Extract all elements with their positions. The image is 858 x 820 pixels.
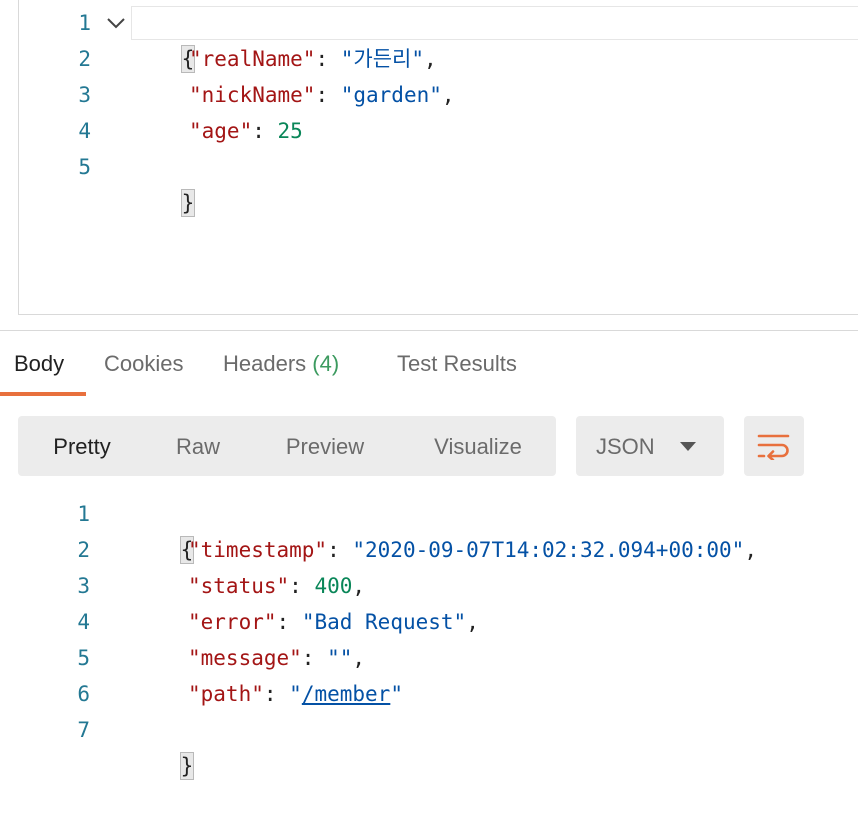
- format-select[interactable]: JSON: [576, 416, 724, 476]
- json-quote: ": [390, 682, 403, 706]
- caret-down-icon: [680, 442, 696, 451]
- json-string-value: "2020-09-07T14:02:32.094+00:00": [352, 538, 745, 562]
- raw-button[interactable]: Raw: [156, 416, 240, 476]
- json-quote: ": [289, 682, 302, 706]
- json-number-value: 25: [277, 119, 303, 143]
- json-separator: :: [301, 646, 328, 670]
- code-line: "nickName": "garden",: [189, 77, 455, 113]
- line-number: 6: [77, 682, 90, 706]
- tab-test-results[interactable]: Test Results: [397, 344, 517, 384]
- visualize-button[interactable]: Visualize: [416, 416, 540, 476]
- code-line: "error": "Bad Request",: [188, 604, 479, 640]
- json-key: "error": [188, 610, 277, 634]
- json-key: "path": [188, 682, 264, 706]
- format-select-value: JSON: [596, 434, 655, 459]
- tab-headers[interactable]: Headers (4): [223, 344, 339, 384]
- path-link[interactable]: /member: [302, 682, 391, 706]
- json-separator: :: [315, 47, 341, 71]
- code-line: "timestamp": "2020-09-07T14:02:32.094+00…: [188, 532, 757, 568]
- json-comma: ,: [744, 538, 757, 562]
- line-number: 3: [77, 574, 90, 598]
- json-key: "age": [189, 119, 253, 143]
- json-key: "realName": [189, 47, 316, 71]
- code-line: }: [131, 149, 196, 217]
- request-body-editor[interactable]: 1 2 3 4 5 { "realName": "가든리", "nickName…: [18, 0, 858, 315]
- line-number: 4: [77, 610, 90, 634]
- code-line: }: [130, 712, 195, 780]
- code-line: "age": 25: [189, 113, 303, 149]
- line-number: 1: [77, 502, 90, 526]
- line-number: 2: [78, 47, 91, 71]
- json-comma: ,: [423, 47, 437, 71]
- json-key: "status": [188, 574, 290, 598]
- json-key: "nickName": [189, 83, 316, 107]
- code-line: {: [130, 496, 195, 564]
- json-separator: :: [327, 538, 353, 562]
- active-line-highlight: [131, 6, 858, 40]
- line-number: 1: [78, 11, 91, 35]
- json-key: "timestamp": [188, 538, 328, 562]
- json-key: "message": [188, 646, 302, 670]
- close-brace: }: [180, 189, 196, 217]
- line-number: 3: [78, 83, 91, 107]
- tab-headers-label: Headers: [223, 351, 307, 376]
- json-string-value: "가든리": [340, 47, 424, 71]
- code-line: "path": "/member": [188, 676, 403, 712]
- headers-count-badge: (4): [312, 351, 340, 376]
- json-comma: ,: [441, 83, 455, 107]
- code-line: "realName": "가든리",: [189, 41, 437, 77]
- view-mode-selector: Pretty Raw Preview Visualize: [18, 416, 556, 476]
- fold-chevron-down-icon[interactable]: [105, 5, 127, 41]
- line-number: 2: [77, 538, 90, 562]
- pretty-button[interactable]: Pretty: [30, 416, 134, 476]
- response-tabs: Body Cookies Headers (4) Test Results: [0, 344, 858, 396]
- close-brace: }: [179, 752, 195, 780]
- line-number: 4: [78, 119, 91, 143]
- json-separator: :: [289, 574, 315, 598]
- tab-body[interactable]: Body: [14, 344, 64, 384]
- json-separator: :: [276, 610, 302, 634]
- pane-divider[interactable]: [0, 330, 858, 331]
- json-separator: :: [263, 682, 290, 706]
- json-string-value: "garden": [340, 83, 442, 107]
- code-line: {: [131, 5, 196, 73]
- json-comma: ,: [466, 610, 479, 634]
- json-separator: :: [252, 119, 278, 143]
- json-string-value: "Bad Request": [301, 610, 467, 634]
- wrap-lines-button[interactable]: [744, 416, 804, 476]
- json-comma: ,: [352, 574, 366, 598]
- json-separator: :: [315, 83, 341, 107]
- code-line: "message": "",: [188, 640, 365, 676]
- tab-cookies[interactable]: Cookies: [104, 344, 183, 384]
- preview-button[interactable]: Preview: [272, 416, 378, 476]
- code-line: "status": 400,: [188, 568, 365, 604]
- line-number: 7: [77, 718, 90, 742]
- wrap-lines-icon: [757, 434, 790, 460]
- json-string-value: "": [327, 646, 353, 670]
- line-number: 5: [78, 155, 91, 179]
- json-comma: ,: [352, 646, 366, 670]
- active-tab-indicator: [0, 392, 86, 396]
- line-number: 5: [77, 646, 90, 670]
- json-number-value: 400: [314, 574, 353, 598]
